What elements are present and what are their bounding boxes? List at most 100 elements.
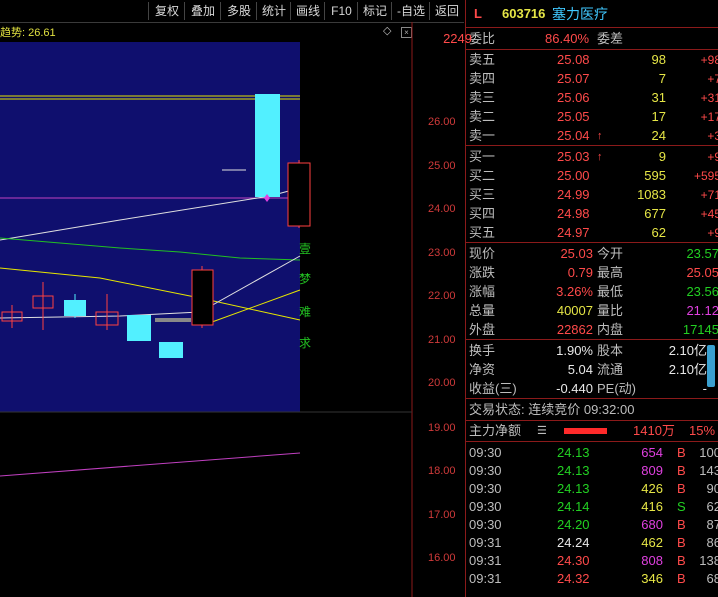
flow-bar [564, 428, 607, 434]
price-tick: 23.00 [428, 247, 456, 259]
vertical-caption: 难 [299, 305, 312, 319]
ask-price: 25.07 [557, 71, 590, 86]
weicha-value: 2249 [443, 31, 472, 46]
stat-value: 2.10亿 [668, 343, 707, 358]
divider [466, 420, 718, 421]
price-tick: 22.00 [428, 290, 456, 302]
stat-label: 净资 [469, 362, 496, 377]
divider [466, 27, 718, 28]
tick-count: 68 [706, 571, 718, 586]
tick-price: 24.24 [557, 535, 590, 550]
tick-time: 09:31 [469, 535, 502, 550]
tick-count: 143 [699, 463, 718, 478]
tick-volume: 346 [641, 571, 663, 586]
stat-label: 内盘 [597, 322, 624, 337]
tick-volume: 654 [641, 445, 663, 460]
bid-label: 买五 [469, 225, 496, 240]
tick-side: B [677, 517, 686, 532]
stat-label: 量比 [597, 303, 624, 318]
tick-price: 24.13 [557, 445, 590, 460]
candle [159, 342, 183, 358]
tick-time: 09:30 [469, 481, 502, 496]
tick-volume: 809 [641, 463, 663, 478]
bid-change: +71 [700, 188, 718, 202]
stat-value: 25.05 [686, 265, 718, 280]
tick-count: 62 [706, 499, 718, 514]
ask-change: +3 [707, 129, 718, 143]
ask-label: 卖一 [469, 128, 496, 143]
price-tick: 26.00 [428, 116, 456, 128]
bid-price: 25.03 [557, 149, 590, 164]
stat-value: 21.12 [686, 303, 718, 318]
doji-bar [155, 318, 191, 322]
main-flow-value: 1410万 [633, 423, 675, 438]
tick-price: 24.13 [557, 481, 590, 496]
tick-time: 09:30 [469, 445, 502, 460]
tick-time: 09:31 [469, 553, 502, 568]
ask-label: 卖三 [469, 90, 496, 105]
bid-price: 25.00 [557, 168, 590, 183]
tick-price: 24.13 [557, 463, 590, 478]
stock-code: 603716 [502, 6, 546, 21]
stat-label: 涨跌 [469, 265, 496, 280]
bid-change: +45 [700, 207, 718, 221]
tick-volume: 426 [641, 481, 663, 496]
tick-time: 09:30 [469, 517, 502, 532]
bid-label: 买二 [469, 168, 496, 183]
tick-side: B [677, 535, 686, 550]
stock-name[interactable]: 塞力医疗 [552, 5, 608, 23]
price-tick: 19.00 [428, 422, 456, 434]
ask-change: +17 [700, 110, 718, 124]
bid-volume: 62 [651, 225, 666, 240]
stat-value: 17145 [682, 322, 718, 337]
bid-label: 买三 [469, 187, 496, 202]
stat-value: 0.79 [567, 265, 593, 280]
stat-value: 40007 [556, 303, 593, 318]
tick-side: S [677, 499, 686, 514]
tick-volume: 680 [641, 517, 663, 532]
bid-price: 24.97 [557, 225, 590, 240]
tick-price: 24.32 [557, 571, 590, 586]
price-tick: 18.00 [428, 465, 456, 477]
kline-chart[interactable] [0, 0, 464, 597]
main-flow-pct: 15% [689, 423, 716, 438]
tick-volume: 808 [641, 553, 663, 568]
scrollbar[interactable] [707, 345, 715, 387]
ask-change: +31 [700, 91, 718, 105]
weibi-value: 86.40% [545, 31, 590, 46]
vertical-caption: 梦 [299, 272, 312, 286]
bid-price: 24.98 [557, 206, 590, 221]
tick-price: 24.14 [557, 499, 590, 514]
bid-volume: 595 [644, 168, 666, 183]
weicha-label: 委差 [597, 31, 624, 46]
divider [466, 398, 718, 399]
tick-count: 100 [699, 445, 718, 460]
stat-value: 3.26% [556, 284, 593, 299]
list-icon[interactable]: ☰ [537, 422, 547, 440]
stat-label: 涨幅 [469, 284, 496, 299]
ask-change: +7 [707, 72, 718, 86]
stat-label: 总量 [469, 303, 496, 318]
stat-value: 1.90% [556, 343, 593, 358]
bid-change: +9 [707, 226, 718, 240]
ask-change: +98 [700, 53, 718, 67]
candle [191, 266, 214, 328]
bid-volume: 677 [644, 206, 666, 221]
main-flow-label: 主力净额 [469, 423, 522, 438]
divider [466, 49, 718, 50]
stat-value: 25.03 [560, 246, 593, 261]
price-tick: 17.00 [428, 509, 456, 521]
up-arrow-icon: ↑ [597, 130, 603, 142]
stat-label: 最低 [597, 284, 624, 299]
quote-panel: L 603716 塞力医疗 委比 86.40% 委差 2249 交易状态: 连续… [443, 0, 718, 597]
bid-volume: 1083 [637, 187, 666, 202]
price-tick: 25.00 [428, 160, 456, 172]
stat-label: 今开 [597, 246, 624, 261]
stat-label: 外盘 [469, 322, 496, 337]
ask-volume: 98 [651, 52, 666, 67]
ask-label: 卖四 [469, 71, 496, 86]
candle [255, 94, 280, 197]
bid-change: +595 [693, 169, 718, 183]
stat-value: 22862 [556, 322, 593, 337]
stat-label: PE(动) [597, 381, 637, 396]
